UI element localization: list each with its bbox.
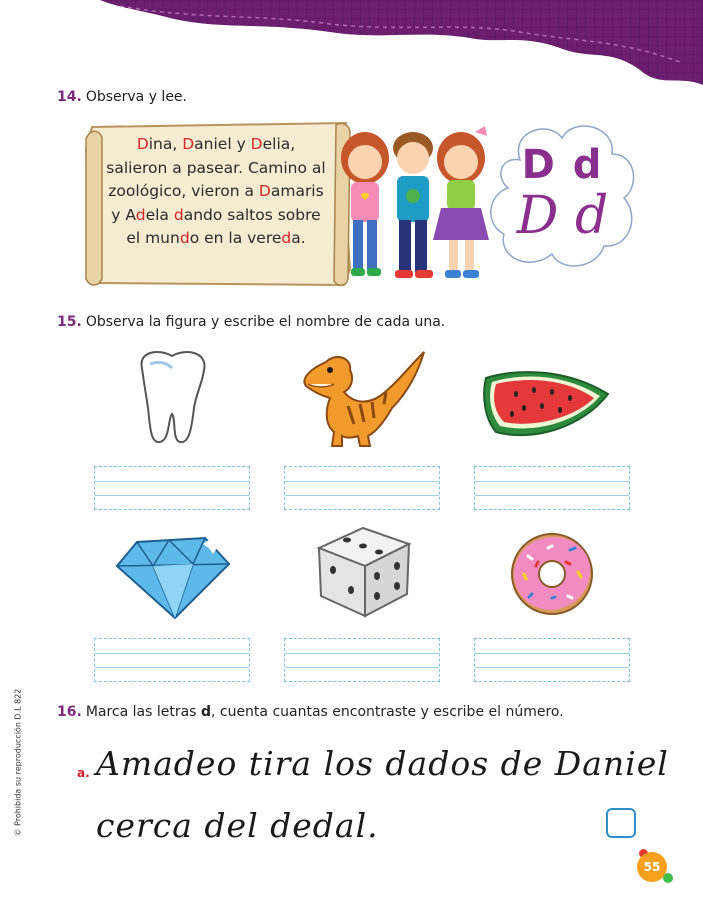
exercise-15-instruction: Observa la figura y escribe el nombre de… [85, 314, 446, 330]
story-line: y Adela dando saltos sobre [96, 204, 336, 228]
story-highlight-letter: d [179, 229, 190, 247]
story-text-segment: o en la vere [189, 229, 282, 247]
story-line: el mundo en la vereda. [96, 227, 336, 251]
exercise-16-number: 16. [57, 704, 82, 720]
story-text-segment: el mun [126, 229, 180, 247]
exercise-15-heading: 15. Observa la figura y escribe el nombre… [57, 314, 445, 330]
letter-d-print: D d [521, 142, 604, 188]
writing-lines-dinosaur[interactable] [284, 466, 440, 510]
exercise-16-instruction-a: Marca las letras [85, 704, 201, 720]
item-a-label: a. [77, 766, 90, 780]
story-text-segment: elia, [262, 135, 296, 153]
writing-lines-dice[interactable] [284, 638, 440, 682]
exercise-16-heading: 16. Marca las letras d, cuenta cuantas en… [57, 704, 564, 720]
story-text-segment: y A [111, 205, 136, 224]
cursive-sentence-line-2[interactable]: cerca del dedal. [96, 806, 379, 845]
tooth-icon [140, 351, 206, 444]
donut-icon [511, 533, 593, 615]
story-text-segment: aniel y [194, 135, 251, 153]
dinosaur-icon [303, 351, 425, 447]
diamond-icon [115, 534, 231, 620]
dice-icon [316, 526, 412, 618]
story-highlight-letter: D [250, 135, 263, 153]
badge-dot-green [663, 873, 673, 883]
story-highlight-letter: d [135, 205, 146, 224]
story-text-segment: ina, [148, 135, 183, 153]
writing-lines-tooth[interactable] [94, 466, 250, 510]
header-decorative-band [100, 0, 703, 85]
story-highlight-letter: D [182, 135, 195, 153]
story-highlight-letter: d [281, 229, 292, 247]
exercise-15-number: 15. [57, 314, 82, 330]
story-line: zoológico, vieron a Damaris [96, 180, 336, 204]
copyright-notice: © Prohibida su reproducción D.L 822 [13, 688, 23, 837]
writing-lines-diamond[interactable] [94, 638, 250, 682]
watermelon-icon [483, 371, 610, 437]
exercise-14-instruction: Observa y lee. [85, 89, 187, 105]
exercise-16-instruction-letter: d [200, 704, 211, 720]
story-text: Dina, Daniel y Delia, salieron a pasear. … [96, 133, 336, 251]
story-highlight-letter: d [173, 205, 184, 224]
children-illustration [341, 126, 489, 278]
answer-count-box[interactable] [606, 808, 636, 838]
story-text-segment: amaris [270, 182, 324, 200]
story-text-segment: a. [291, 229, 306, 247]
exercise-14-number: 14. [57, 89, 82, 105]
story-text-segment: ando saltos sobre [183, 205, 321, 224]
story-line: salieron a pasear. Camino al [96, 157, 336, 181]
story-text-segment: zoológico, vieron a [108, 182, 259, 200]
cursive-sentence-line-1[interactable]: Amadeo tira los dados de Daniel [96, 744, 669, 783]
writing-lines-watermelon[interactable] [474, 466, 630, 510]
story-highlight-letter: D [258, 182, 271, 200]
exercise-14-heading: 14. Observa y lee. [57, 89, 187, 105]
exercise-16-instruction-b: , cuenta cuantas encontraste y escribe e… [210, 704, 564, 720]
story-highlight-letter: D [136, 135, 149, 153]
writing-lines-donut[interactable] [474, 638, 630, 682]
letter-d-cursive: D d [516, 186, 609, 246]
story-line: Dina, Daniel y Delia, [96, 133, 336, 157]
story-text-segment: ela [145, 205, 174, 224]
story-text-segment: salieron a pasear. Camino al [106, 158, 326, 177]
